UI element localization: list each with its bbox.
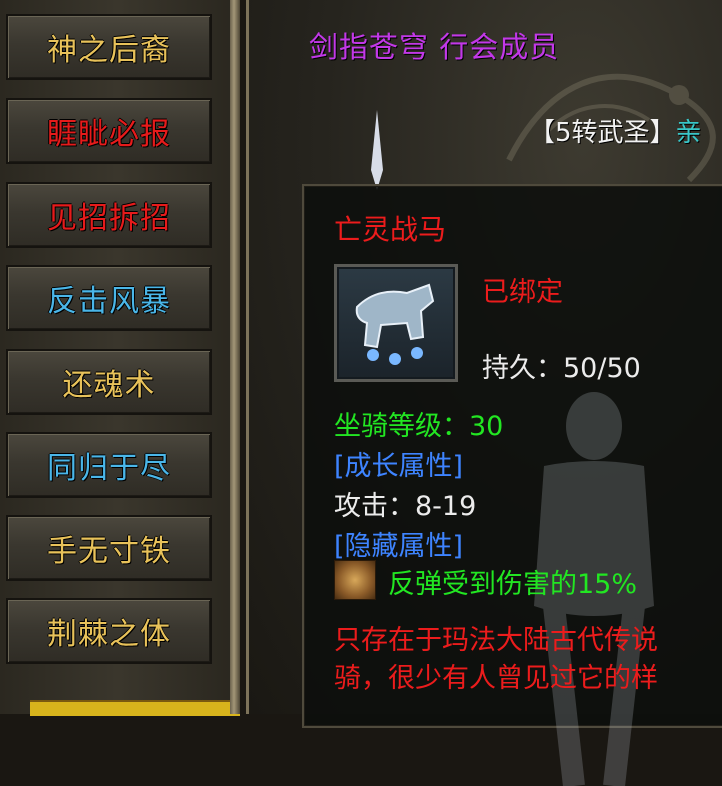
bound-status: 已绑定 bbox=[482, 277, 563, 308]
skill-label: 见招拆招 bbox=[47, 201, 171, 236]
undead-horse-icon[interactable] bbox=[334, 264, 458, 382]
item-tooltip: 亡灵战马 已绑定 持久：50/50 坐骑等级：30 [成长属性] 攻击：8-19… bbox=[302, 184, 722, 786]
skill-button-tongguiyujin[interactable]: 同归于尽 bbox=[6, 432, 212, 498]
reflect-damage-stat: 反弹受到伤害的15% bbox=[388, 569, 638, 600]
skill-label: 反击风暴 bbox=[47, 284, 171, 319]
skill-button-huanhunshu[interactable]: 还魂术 bbox=[6, 349, 212, 415]
skill-label: 手无寸铁 bbox=[47, 534, 171, 569]
guild-title: 剑指苍穹 行会成员 bbox=[309, 30, 560, 64]
hidden-attributes-header: [隐藏属性] bbox=[334, 531, 464, 562]
skill-label: 睚眦必报 bbox=[47, 117, 171, 152]
growth-attributes-header: [成长属性] bbox=[334, 451, 464, 482]
lore-text-line: 骑，很少有人曾见过它的样 bbox=[334, 663, 658, 694]
skill-panel: 神之后裔 睚眦必报 见招拆招 反击风暴 还魂术 同归于尽 手无寸铁 荆棘之体 bbox=[0, 0, 240, 716]
skill-button-yazibibao[interactable]: 睚眦必报 bbox=[6, 98, 212, 164]
reflect-buff-icon bbox=[334, 560, 376, 600]
skill-button-shenzhihouyi[interactable]: 神之后裔 bbox=[6, 14, 212, 80]
rank-name-partial: 亲 bbox=[675, 118, 702, 148]
skill-button-jingjizhiti[interactable]: 荆棘之体 bbox=[6, 598, 212, 664]
mount-level: 坐骑等级：30 bbox=[334, 411, 504, 442]
item-name: 亡灵战马 bbox=[334, 213, 447, 246]
skill-label: 同归于尽 bbox=[47, 451, 171, 486]
skill-label: 荆棘之体 bbox=[47, 617, 171, 652]
skill-label: 还魂术 bbox=[62, 368, 156, 403]
rank-tag: 【5转武圣】亲 bbox=[529, 112, 702, 149]
rank-label: 【5转武圣】 bbox=[529, 118, 676, 148]
skill-button-jianzhaochaizhao[interactable]: 见招拆招 bbox=[6, 182, 212, 248]
skill-button-fanjifengbao[interactable]: 反击风暴 bbox=[6, 265, 212, 331]
skill-button-shouwucuntie[interactable]: 手无寸铁 bbox=[6, 515, 212, 581]
lore-text-line: 只存在于玛法大陆古代传说 bbox=[334, 625, 658, 656]
durability: 持久：50/50 bbox=[482, 353, 641, 384]
spear-icon bbox=[371, 110, 383, 190]
skill-label: 神之后裔 bbox=[47, 33, 171, 68]
attack-stat: 攻击：8-19 bbox=[334, 491, 477, 522]
